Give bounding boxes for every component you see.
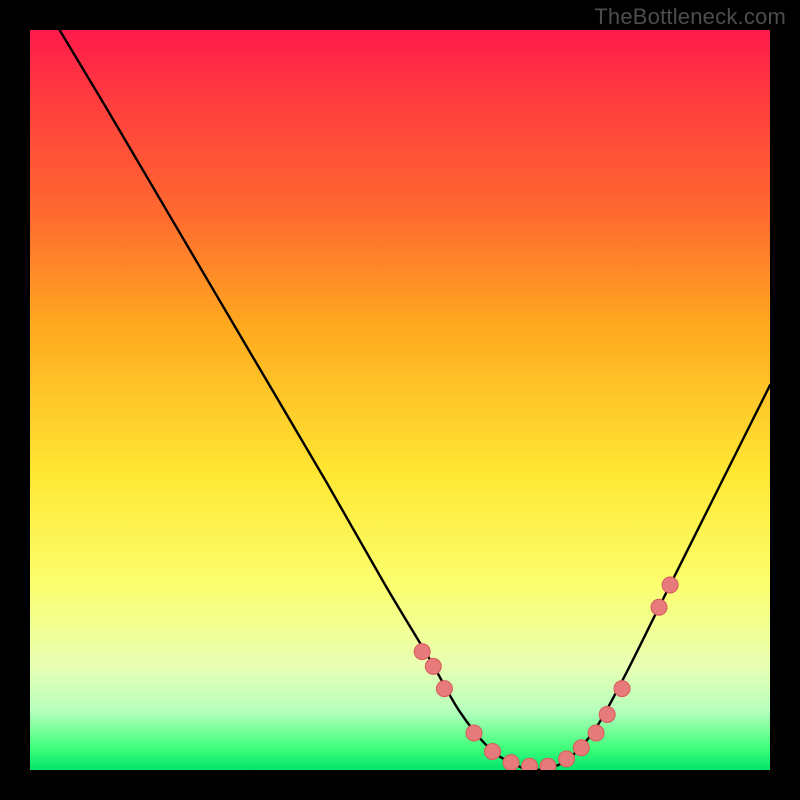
marker-point bbox=[466, 725, 482, 741]
marker-point bbox=[485, 744, 501, 760]
marker-point bbox=[522, 758, 538, 770]
marker-point bbox=[573, 740, 589, 756]
marker-point bbox=[614, 681, 630, 697]
marker-point bbox=[540, 758, 556, 770]
marker-point bbox=[503, 755, 519, 770]
marker-point bbox=[588, 725, 604, 741]
brand-watermark: TheBottleneck.com bbox=[594, 4, 786, 30]
curve-layer bbox=[30, 30, 770, 770]
marker-point bbox=[651, 599, 667, 615]
marker-point bbox=[425, 658, 441, 674]
marker-point bbox=[559, 751, 575, 767]
plot-area bbox=[30, 30, 770, 770]
marker-point bbox=[436, 681, 452, 697]
marker-point bbox=[662, 577, 678, 593]
bottleneck-curve bbox=[60, 30, 770, 770]
highlight-points bbox=[414, 577, 678, 770]
marker-point bbox=[414, 644, 430, 660]
marker-point bbox=[599, 707, 615, 723]
chart-frame: TheBottleneck.com bbox=[0, 0, 800, 800]
